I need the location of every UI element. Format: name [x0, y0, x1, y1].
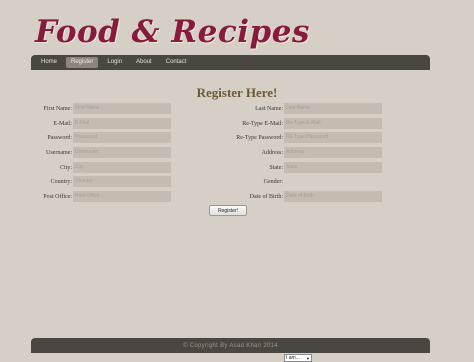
footer: © Copyright By Asad Khan 2014 [31, 338, 430, 353]
retype-password-input[interactable]: Re-Type Password [284, 132, 382, 143]
nav-contact[interactable]: Contact [161, 57, 192, 68]
dob-input[interactable]: Date of Birth [284, 191, 382, 202]
register-button[interactable]: Register! [209, 205, 247, 216]
dob-label: Date of Birth: [249, 193, 283, 200]
page-title: Register Here! [196, 85, 278, 100]
last-name-label: Last Name: [255, 105, 283, 112]
main-navigation: Home Register Login About Contact [31, 55, 430, 70]
gender-select-value: I am... [286, 355, 300, 361]
nav-home[interactable]: Home [36, 57, 62, 68]
nav-about[interactable]: About [131, 57, 157, 68]
retype-password-label: Re-Type Password: [236, 134, 283, 141]
address-input[interactable]: Address [284, 147, 382, 158]
nav-login[interactable]: Login [102, 57, 127, 68]
state-input[interactable]: State [284, 162, 382, 173]
gender-select[interactable]: I am... ▼ [284, 354, 312, 362]
gender-label: Gender: [263, 178, 283, 185]
retype-email-input[interactable]: Re-Type E-Mail [284, 118, 382, 129]
state-label: State: [269, 164, 283, 171]
address-label: Address: [261, 149, 283, 156]
chevron-down-icon: ▼ [306, 355, 310, 361]
copyright-text: © Copyright By Asad Khan 2014 [183, 342, 278, 349]
last-name-input[interactable]: Last Name [284, 103, 382, 114]
site-logo: Food & Recipes [35, 14, 310, 50]
retype-email-label: Re-Type E-Mail: [242, 120, 283, 127]
nav-register[interactable]: Register [66, 57, 99, 68]
